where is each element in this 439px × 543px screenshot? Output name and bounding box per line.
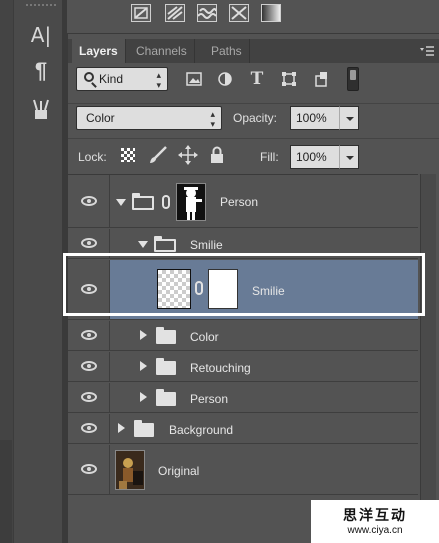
layer-row-retouching-group[interactable]: Retouching [68, 352, 418, 382]
type-filter-icon[interactable]: T [248, 69, 266, 89]
eye-icon [81, 423, 97, 433]
watermark: 思洋互动 www.ciya.cn [311, 500, 439, 543]
watermark-title: 思洋互动 [343, 508, 407, 524]
visibility-toggle[interactable] [68, 383, 110, 412]
adjustments-strip [67, 0, 439, 34]
lock-label: Lock: [78, 150, 107, 164]
expand-triangle-icon[interactable] [138, 241, 148, 248]
eye-icon [81, 196, 97, 206]
opacity-field[interactable]: 100% [290, 106, 340, 130]
blend-mode-select[interactable]: Color ▴ ▾ [76, 106, 222, 130]
adjustment-filter-icon[interactable] [216, 71, 234, 87]
filter-toggle[interactable] [347, 67, 359, 91]
dock-grip[interactable] [26, 4, 56, 12]
pattern-icon[interactable] [197, 4, 217, 22]
collapse-triangle-icon[interactable] [140, 330, 147, 340]
visibility-toggle[interactable] [68, 445, 110, 494]
kind-filter-select[interactable]: Kind ▴ ▾ [76, 67, 168, 91]
shape-filter-icon[interactable] [280, 71, 298, 87]
smart-object-filter-icon[interactable] [312, 71, 330, 87]
lock-move-icon[interactable] [178, 145, 198, 168]
selection-highlight-frame [63, 253, 425, 316]
folder-icon [156, 358, 176, 375]
paragraph-panel-icon[interactable]: ¶ [28, 58, 54, 84]
tool-presets-icon[interactable] [28, 96, 54, 122]
folder-open-icon [154, 236, 176, 252]
layer-name: Original [158, 464, 200, 478]
visibility-toggle[interactable] [68, 175, 110, 227]
opacity-dropdown-button[interactable] [339, 106, 359, 130]
kind-label: Kind [99, 72, 124, 86]
lock-brush-icon[interactable] [148, 146, 168, 167]
gradient-icon[interactable] [165, 4, 185, 22]
opacity-label: Opacity: [233, 111, 278, 125]
eye-icon [81, 392, 97, 402]
eye-icon [81, 361, 97, 371]
filter-row: Kind ▴ ▾ T [68, 65, 439, 95]
layer-name: Retouching [190, 361, 251, 375]
search-icon [84, 72, 94, 82]
folder-icon [156, 327, 176, 344]
mask-thumbnail[interactable] [176, 183, 206, 221]
folder-icon [156, 389, 176, 406]
fill-label: Fill: [260, 150, 279, 164]
eye-icon [81, 464, 97, 474]
layers-scrollbar[interactable] [420, 174, 436, 534]
layers-list: Person Smilie Smilie Color Retouching Pe… [68, 174, 418, 495]
layer-name: Color [190, 330, 219, 344]
visibility-toggle[interactable] [68, 414, 110, 443]
crossed-icon[interactable] [229, 4, 249, 22]
watermark-url: www.ciya.cn [347, 525, 403, 536]
blend-row: Color ▴ ▾ Opacity: 100% [68, 103, 439, 131]
layer-name: Person [220, 195, 259, 209]
folder-icon [134, 420, 154, 437]
eye-icon [81, 330, 97, 340]
link-icon[interactable] [162, 195, 170, 209]
select-arrows-icon: ▴ ▾ [156, 70, 161, 90]
lock-all-icon[interactable] [210, 146, 224, 167]
collapse-triangle-icon[interactable] [140, 392, 147, 402]
fill-field[interactable]: 100% [290, 145, 340, 169]
panel-tabs: Layers Channels Paths [68, 39, 439, 63]
lock-row: Lock: Fill: 100% [68, 138, 439, 170]
pixel-filter-icon[interactable] [185, 71, 203, 87]
layer-row-background-group[interactable]: Background [68, 414, 418, 444]
visibility-toggle[interactable] [68, 321, 110, 350]
layer-name: Background [169, 423, 234, 437]
dock-scrollbar[interactable] [0, 440, 12, 543]
collapse-triangle-icon[interactable] [118, 423, 125, 433]
tab-layers[interactable]: Layers [72, 39, 126, 63]
layer-row-person-subgroup[interactable]: Person [68, 383, 418, 413]
fade-gradient-icon[interactable] [261, 4, 281, 22]
layer-name: Smilie [190, 238, 223, 252]
folder-open-icon [132, 193, 154, 210]
expand-triangle-icon[interactable] [116, 199, 126, 206]
collapse-triangle-icon[interactable] [140, 361, 147, 371]
layer-row-color-group[interactable]: Color [68, 321, 418, 351]
layer-name: Person [190, 392, 229, 406]
layer-row-original[interactable]: Original [68, 445, 418, 495]
blend-mode-value: Color [86, 111, 115, 125]
character-panel-icon[interactable]: A| [28, 22, 54, 48]
lock-transparency-icon[interactable] [121, 148, 135, 162]
image-thumbnail[interactable] [115, 450, 145, 490]
layer-row-person-group[interactable]: Person [68, 175, 418, 228]
adjustment-icon[interactable] [131, 4, 151, 22]
tab-channels[interactable]: Channels [129, 39, 195, 63]
panel-menu-icon[interactable] [420, 45, 434, 57]
tab-paths[interactable]: Paths [204, 39, 250, 63]
eye-icon [81, 238, 97, 248]
visibility-toggle[interactable] [68, 352, 110, 381]
fill-dropdown-button[interactable] [339, 145, 359, 169]
select-arrows-icon: ▴ ▾ [210, 109, 215, 129]
tool-strip: A| ¶ [0, 0, 67, 543]
